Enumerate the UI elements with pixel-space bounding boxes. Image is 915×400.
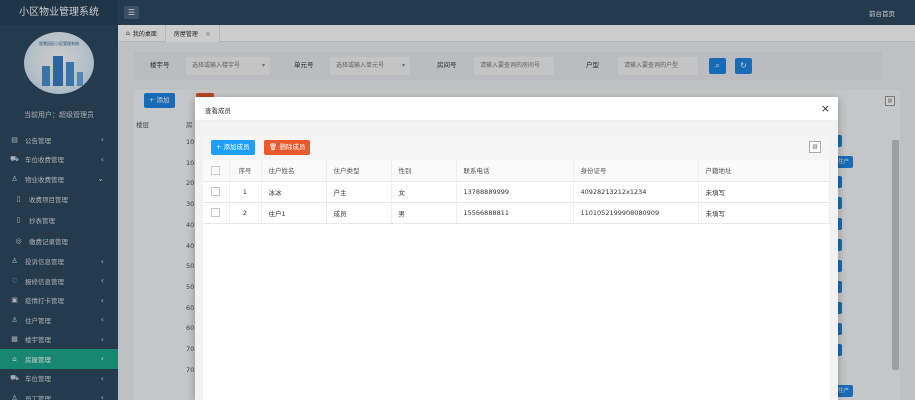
cell-address: 未填写 [698, 202, 830, 224]
column-phone: 联系电话 [456, 160, 574, 182]
cell-gender: 女 [391, 181, 457, 203]
cell-gender: 男 [391, 202, 457, 224]
cell-type: 户主 [326, 181, 392, 203]
add-member-button[interactable]: + 添加成员 [211, 140, 255, 155]
members-table-panel: + 添加成员 🗑 删除成员 ▥ 序号 住户姓名 住户类型 性别 联系电话 身份证… [203, 135, 830, 400]
column-filter-icon[interactable]: ▥ [809, 141, 821, 153]
cell-id-card: 40928213212x1234 [573, 181, 699, 203]
table-toolbar: + 添加成员 🗑 删除成员 ▥ [203, 135, 830, 160]
column-type: 住户类型 [326, 160, 392, 182]
dialog-title: 查看成员 [205, 107, 231, 115]
select-all-checkbox[interactable] [203, 160, 230, 182]
column-gender: 性别 [391, 160, 457, 182]
close-icon[interactable]: × [821, 102, 830, 115]
column-name: 住户姓名 [261, 160, 327, 182]
cell-name: 冰冰 [261, 181, 327, 203]
members-table: 序号 住户姓名 住户类型 性别 联系电话 身份证号 户籍地址 1 冰冰 户主 女… [203, 160, 830, 224]
cell-type: 成员 [326, 202, 392, 224]
table-row[interactable]: 2 住户1 成员 男 15566888811 11010521999080809… [203, 202, 830, 224]
column-id-card: 身份证号 [573, 160, 699, 182]
cell-phone: 15566888811 [456, 202, 574, 224]
row-checkbox[interactable] [203, 181, 230, 203]
table-row[interactable]: 1 冰冰 户主 女 13788889999 40928213212x1234 未… [203, 181, 830, 203]
delete-member-button[interactable]: 🗑 删除成员 [264, 140, 311, 155]
cell-address: 未填写 [698, 181, 830, 203]
column-index: 序号 [229, 160, 262, 182]
cell-phone: 13788889999 [456, 181, 574, 203]
cell-id-card: 1101052199908080909 [573, 202, 699, 224]
cell-name: 住户1 [261, 202, 327, 224]
row-checkbox[interactable] [203, 202, 230, 224]
cell-index: 2 [229, 202, 262, 224]
table-header-row: 序号 住户姓名 住户类型 性别 联系电话 身份证号 户籍地址 [203, 160, 830, 182]
view-members-dialog: 查看成员 × + 添加成员 🗑 删除成员 ▥ 序号 住户姓名 住户类型 性别 联… [195, 97, 838, 400]
column-address: 户籍地址 [698, 160, 830, 182]
cell-index: 1 [229, 181, 262, 203]
dialog-body: + 添加成员 🗑 删除成员 ▥ 序号 住户姓名 住户类型 性别 联系电话 身份证… [195, 121, 838, 400]
dialog-header: 查看成员 × [195, 97, 838, 121]
